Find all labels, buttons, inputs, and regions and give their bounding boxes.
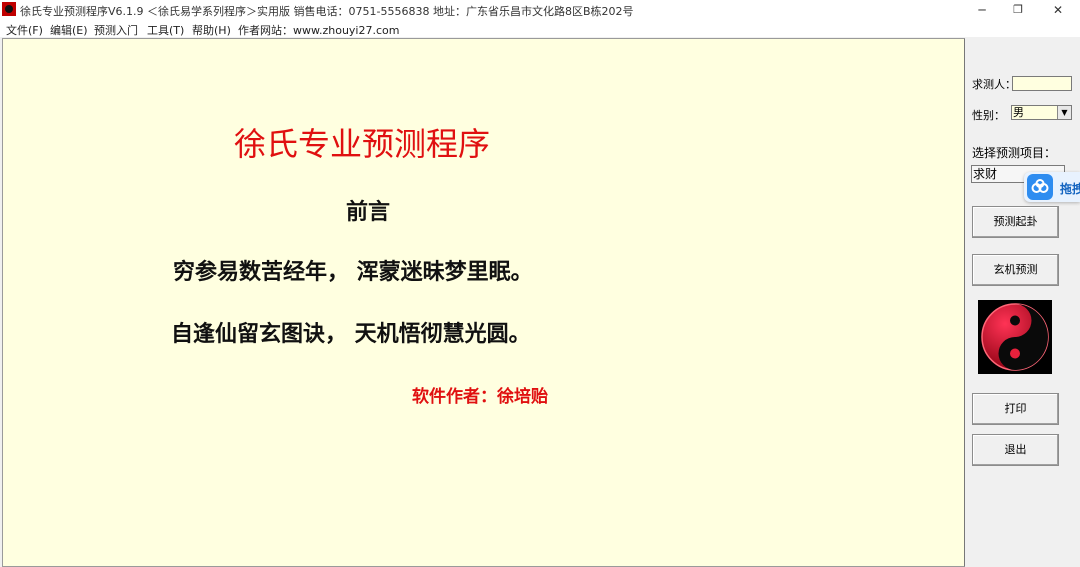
baidu-netdisk-icon <box>1027 174 1053 200</box>
main-heading: 徐氏专业预测程序 <box>234 125 491 163</box>
author-credit: 软件作者：徐培贻 <box>412 387 548 407</box>
close-button[interactable]: ✕ <box>1036 0 1080 20</box>
poem-line-1: 穷参易数苦经年， 浑蒙迷昧梦里眠。 <box>173 259 533 285</box>
app-logo-icon <box>2 2 16 16</box>
menu-edit[interactable]: 编辑(E) <box>50 22 88 38</box>
person-input[interactable] <box>1012 76 1072 91</box>
poem-line-2: 自逢仙留玄图诀， 天机悟彻慧光圆。 <box>171 321 531 347</box>
project-label: 选择预测项目： <box>972 146 1057 160</box>
title-bar: 徐氏专业预测程序V6.1.9 ＜徐氏易学系列程序＞实用版 销售电话：0751-5… <box>0 0 1080 20</box>
drag-popup[interactable]: 拖拽 <box>1024 172 1080 202</box>
yinyang-image <box>978 300 1052 374</box>
person-label: 求测人： <box>972 78 1016 91</box>
drag-label: 拖拽 <box>1060 182 1080 196</box>
maximize-button[interactable]: ❐ <box>996 0 1040 20</box>
exit-button[interactable]: 退出 <box>972 434 1059 466</box>
menu-bar: 文件(F) 编辑(E) 预测入门 工具(T) 帮助(H) 作者网站：www.zh… <box>0 20 1080 37</box>
mystic-prediction-button[interactable]: 玄机预测 <box>972 254 1059 286</box>
menu-intro[interactable]: 预测入门 <box>94 22 138 38</box>
start-divination-button[interactable]: 预测起卦 <box>972 206 1059 238</box>
menu-tools[interactable]: 工具(T) <box>147 22 184 38</box>
gender-select[interactable]: 男 ▼ <box>1011 105 1072 120</box>
preface-panel: 徐氏专业预测程序 前言 穷参易数苦经年， 浑蒙迷昧梦里眠。 自逢仙留玄图诀， 天… <box>2 38 966 567</box>
window-title: 徐氏专业预测程序V6.1.9 ＜徐氏易学系列程序＞实用版 销售电话：0751-5… <box>20 5 634 18</box>
gender-value: 男 <box>1013 106 1024 119</box>
yinyang-icon <box>981 303 1049 371</box>
menu-help[interactable]: 帮助(H) <box>192 22 231 38</box>
menu-file[interactable]: 文件(F) <box>6 22 43 38</box>
gender-label: 性别： <box>972 109 1005 122</box>
print-button[interactable]: 打印 <box>972 393 1059 425</box>
chevron-down-icon[interactable]: ▼ <box>1057 106 1071 119</box>
menu-author-site[interactable]: 作者网站：www.zhouyi27.com <box>238 22 399 38</box>
preface-title: 前言 <box>346 199 391 225</box>
